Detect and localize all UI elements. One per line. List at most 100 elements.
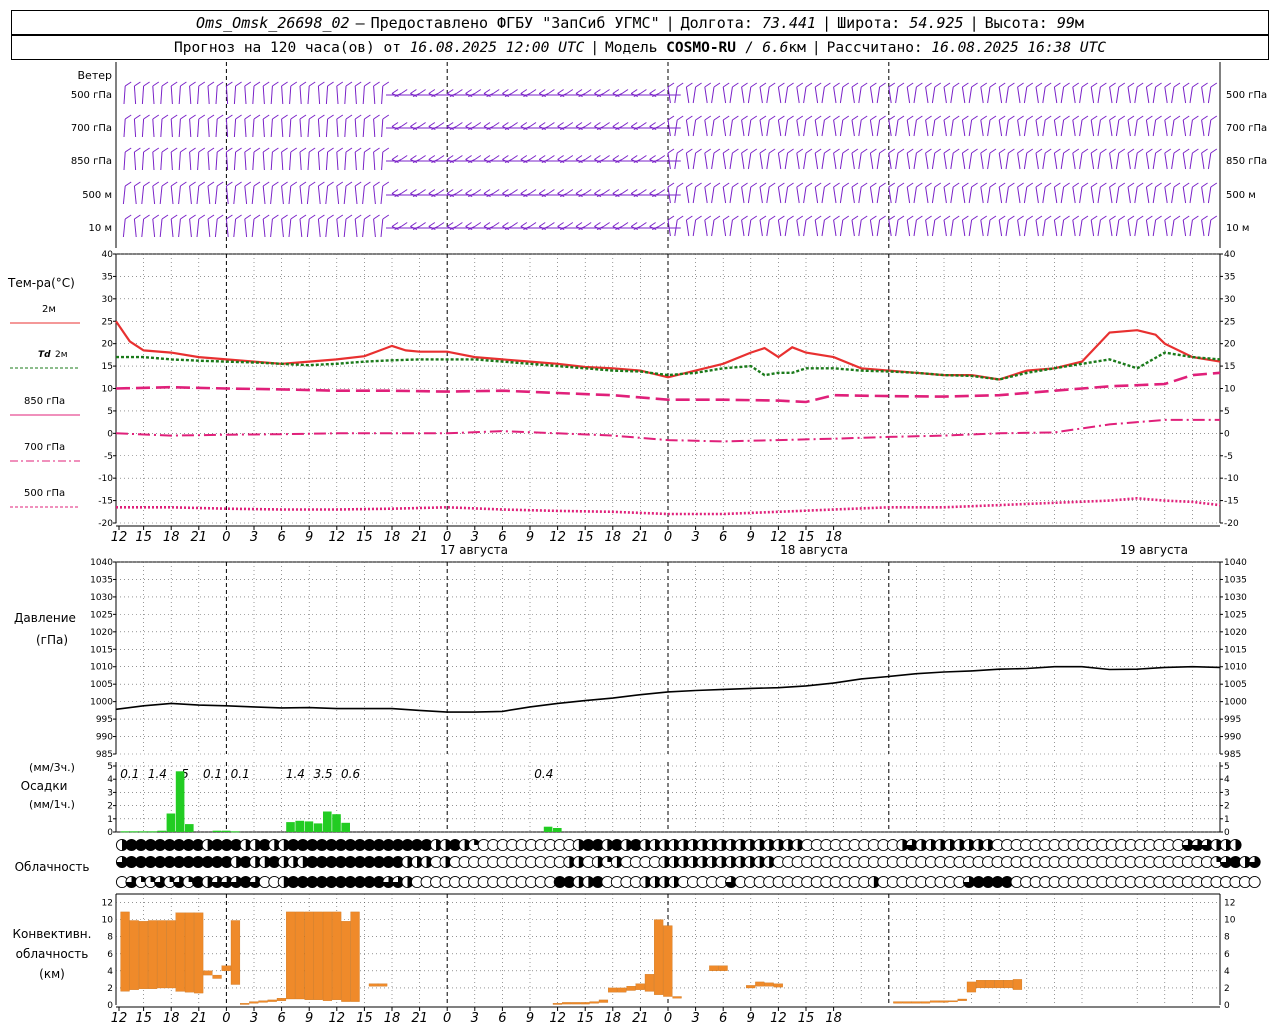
wind-barb-staff	[141, 185, 145, 205]
wind-barb-flag	[382, 147, 390, 153]
wind-barb-flag	[1026, 115, 1034, 121]
wind-barb-flag	[851, 182, 859, 188]
wind-barb-flag	[686, 215, 693, 221]
wind-barb-staff	[998, 86, 1003, 104]
temp-tick-label-right: 0	[1224, 429, 1230, 439]
wind-barb-flag	[446, 189, 454, 194]
wind-barb-staff	[1164, 119, 1168, 137]
wind-barb-staff	[289, 85, 292, 105]
precip-tick-label-left: 2	[107, 802, 113, 812]
wind-barb-staff	[1115, 219, 1120, 237]
wind-barb-flag	[272, 81, 279, 87]
precip-total-label: 0.1	[231, 767, 250, 781]
wind-barb-flag	[621, 155, 629, 160]
temp-tick-label-right: -5	[1224, 452, 1233, 462]
wind-barb-flag	[345, 114, 353, 120]
wind-barb-staff	[777, 186, 782, 204]
temp-x-hour-label: 0	[664, 530, 672, 545]
wind-barb-flag	[833, 215, 840, 221]
pressure-tick-label-left: 1005	[90, 680, 113, 690]
wind-barb-flag	[1072, 148, 1080, 154]
wind-barb-staff	[987, 152, 991, 170]
conv-bar	[957, 998, 967, 1001]
temp-tick-label-left: -20	[98, 519, 113, 529]
wind-barb-flag	[189, 214, 196, 220]
wind-barb-staff	[1164, 86, 1168, 104]
wind-barb-flag	[732, 82, 739, 88]
wind-barb-staff	[998, 119, 1003, 137]
wind-barb-flag	[1210, 115, 1218, 121]
wind-barb-staff	[747, 86, 752, 104]
conv-x-hour-label: 21	[632, 1011, 649, 1024]
wind-barb-flag	[640, 189, 647, 194]
wind-barb-flag	[456, 155, 463, 160]
wind-barb-flag	[879, 215, 886, 221]
precip-bar	[286, 822, 295, 832]
wind-barb-flag	[1118, 82, 1126, 88]
wind-barb-staff	[998, 152, 1003, 170]
wind-barb-flag	[860, 215, 868, 221]
wind-barb-staff	[711, 119, 715, 137]
wind-barb-staff	[858, 219, 862, 237]
precip-total-label: 0.4	[534, 767, 553, 781]
wind-barb-flag	[1118, 215, 1126, 221]
wind-barb-flag	[207, 147, 215, 153]
wind-barb-staff	[950, 152, 954, 170]
conv-bar	[313, 911, 323, 1000]
temp-tick-label-right: -10	[1224, 474, 1239, 484]
wind-barb-flag	[879, 115, 886, 121]
conv-bar	[920, 1001, 931, 1004]
wind-barb-flag	[842, 115, 850, 121]
wind-barb-flag	[713, 182, 721, 188]
wind-barb-flag	[603, 122, 610, 127]
conv-x-hour-label: 12	[329, 1011, 346, 1024]
wind-barb-staff	[980, 86, 984, 104]
conv-bar	[985, 980, 995, 989]
wind-barb-flag	[1109, 82, 1116, 88]
wind-barb-flag	[594, 122, 601, 127]
wind-barb-flag	[768, 148, 776, 154]
conv-bar	[148, 920, 158, 989]
wind-barb-flag	[557, 222, 564, 227]
wind-barb-staff	[196, 185, 200, 205]
wind-barb-staff	[1042, 219, 1046, 237]
wind-barb-flag	[1081, 148, 1089, 154]
conv-bar	[203, 970, 213, 976]
conv-bar	[295, 911, 305, 1000]
wind-barb-flag	[750, 82, 758, 88]
wind-barb-staff	[925, 119, 929, 137]
wind-barb-flag	[1127, 115, 1135, 121]
wind-barb-flag	[1090, 82, 1098, 88]
wind-barb-staff	[178, 85, 181, 105]
precip-tick-label-right: 0	[1224, 828, 1230, 838]
wind-barb-flag	[308, 114, 316, 120]
wind-barb-flag	[1192, 215, 1199, 221]
wind-barb-staff	[784, 119, 789, 137]
wind-barb-staff	[895, 186, 899, 204]
pressure-tick-label-left: 1040	[90, 558, 113, 568]
conv-bar	[562, 1002, 572, 1005]
wind-barb-staff	[1060, 152, 1065, 170]
wind-barb-staff	[1053, 186, 1058, 204]
wind-barb-flag	[934, 182, 942, 188]
wind-barb-staff	[381, 151, 384, 171]
wind-barb-flag	[805, 148, 813, 154]
wind-barb-staff	[913, 86, 917, 104]
wind-barb-staff	[207, 85, 210, 105]
wind-barb-staff	[895, 152, 899, 170]
wind-barb-staff	[1035, 219, 1039, 237]
wind-barb-flag	[750, 182, 758, 188]
wind-barb-flag	[327, 81, 334, 87]
wind-barb-flag	[299, 114, 307, 120]
wind-barb-flag	[1063, 148, 1070, 154]
wind-barb-flag	[281, 81, 288, 87]
wind-barb-staff	[747, 186, 752, 204]
wind-barb-staff	[692, 219, 697, 237]
temp-x-hour-label: 12	[111, 530, 128, 545]
temp-tick-label-right: 15	[1224, 362, 1235, 372]
conv-bar	[276, 998, 287, 1001]
temp-x-hour-label: 18	[605, 530, 622, 545]
wind-barb-staff	[281, 151, 284, 171]
wind-barb-staff	[1072, 86, 1076, 104]
conv-x-hour-label: 6	[277, 1011, 285, 1024]
